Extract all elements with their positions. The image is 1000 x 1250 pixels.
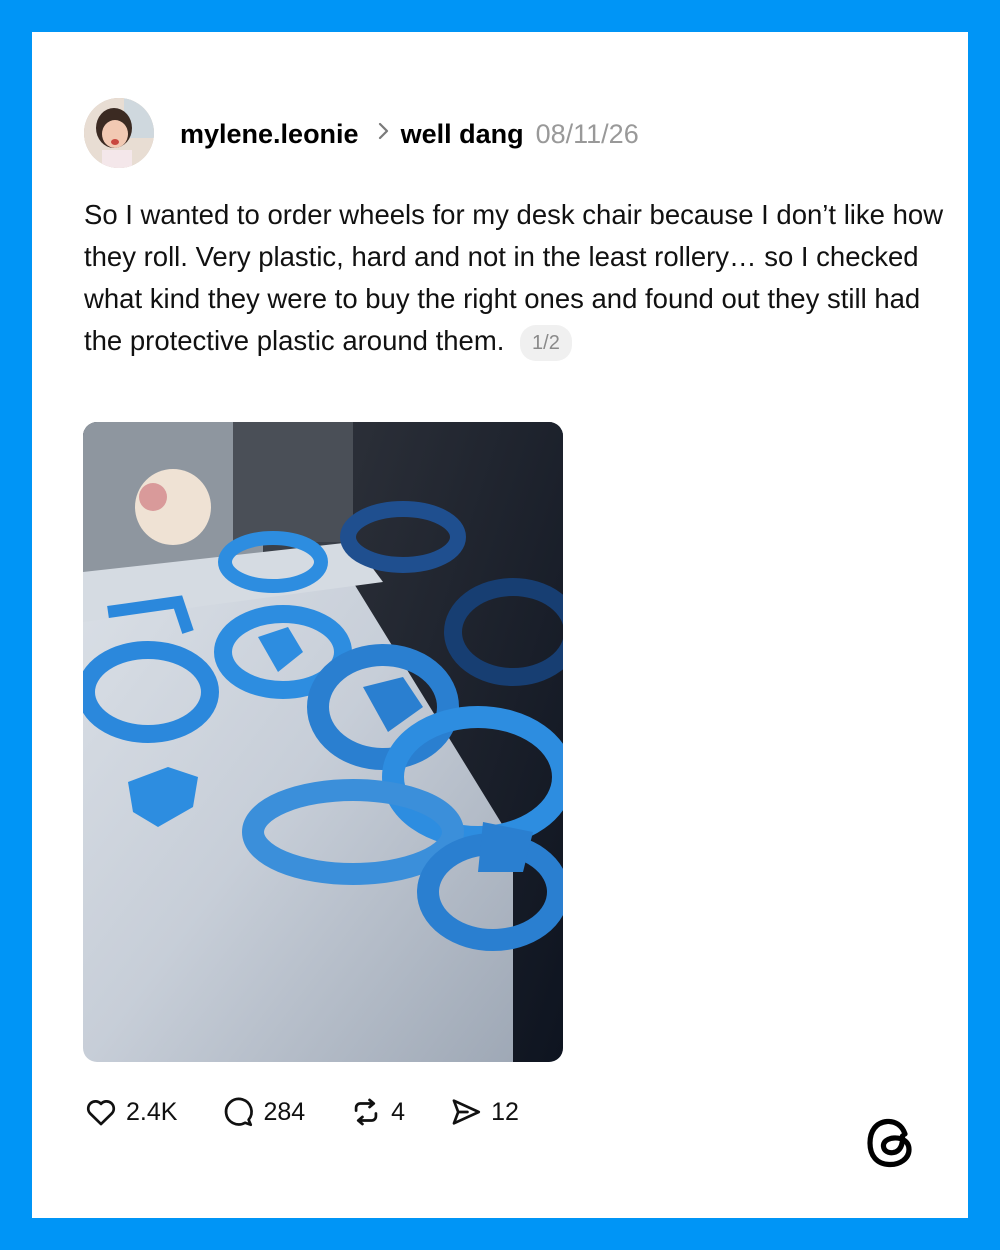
post-actions-bar: 2.4K 284 4 12 (84, 1092, 563, 1132)
like-count: 2.4K (126, 1097, 178, 1126)
comment-bubble-icon (225, 1097, 254, 1127)
share-button[interactable]: 12 (449, 1095, 519, 1129)
wheels-photo-image (83, 422, 563, 1062)
post-header: mylene.leonie well dang 08/11/26 (180, 114, 639, 154)
heart-icon (86, 1100, 116, 1126)
post-date: 08/11/26 (535, 118, 639, 149)
topic-link[interactable]: well dang (401, 119, 524, 150)
comment-button[interactable]: 284 (221, 1095, 305, 1129)
threads-logo-icon (862, 1112, 922, 1172)
share-count: 12 (491, 1097, 519, 1126)
send-icon (452, 1099, 481, 1125)
post-text: So I wanted to order wheels for my desk … (84, 199, 944, 356)
username-link[interactable]: mylene.leonie (180, 119, 359, 150)
avatar-image (84, 98, 154, 168)
post-body: So I wanted to order wheels for my desk … (84, 194, 944, 362)
post-card: mylene.leonie well dang 08/11/26 So I wa… (32, 32, 968, 1218)
like-button[interactable]: 2.4K (84, 1095, 177, 1129)
chevron-right-icon (377, 120, 391, 148)
repost-count: 4 (391, 1097, 406, 1126)
repost-icon (354, 1098, 378, 1126)
post-photo[interactable] (83, 422, 563, 1062)
comment-count: 284 (263, 1097, 306, 1126)
avatar[interactable] (84, 98, 154, 168)
page-indicator-badge: 1/2 (520, 324, 572, 361)
repost-button[interactable]: 4 (349, 1095, 405, 1129)
